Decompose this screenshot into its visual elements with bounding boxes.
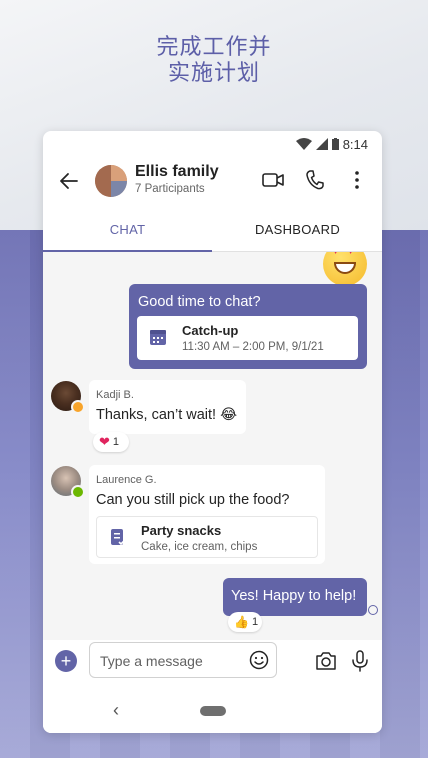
message-text: Thanks, can’t wait! 😂 — [96, 407, 238, 423]
video-camera-icon — [262, 173, 284, 187]
card-title: Party snacks — [141, 523, 222, 538]
more-vertical-icon — [355, 171, 359, 189]
like-reaction[interactable]: 👍 1 — [228, 612, 262, 632]
card-subtitle: Cake, ice cream, chips — [141, 541, 258, 553]
promo-line-1: 完成工作并 — [156, 35, 272, 60]
camera-icon[interactable] — [315, 651, 337, 671]
presence-available-badge — [71, 485, 85, 499]
heart-reaction[interactable]: ❤ 1 — [93, 432, 129, 452]
signal-icon — [315, 138, 328, 150]
chat-title[interactable]: Ellis family — [135, 163, 219, 181]
promo-line-2: 实施计划 — [167, 61, 260, 86]
calendar-icon — [150, 330, 166, 345]
sender-name: Laurence G. — [96, 474, 157, 486]
message-input[interactable] — [98, 649, 242, 673]
read-receipt-icon — [368, 605, 378, 615]
back-arrow-icon[interactable] — [57, 169, 81, 193]
checklist-icon — [111, 529, 127, 546]
outgoing-message[interactable]: Yes! Happy to help! — [223, 578, 367, 616]
outgoing-message[interactable]: Good time to chat? Catch-up 11:30 AM – 2… — [129, 284, 367, 369]
group-avatar[interactable] — [95, 165, 127, 197]
reaction-count: 1 — [112, 436, 120, 448]
incoming-message[interactable]: Kadji B. Thanks, can’t wait! 😂 — [89, 380, 246, 434]
message-composer: + — [43, 640, 382, 690]
tab-dashboard[interactable]: DASHBOARD — [213, 215, 382, 251]
nav-back-icon[interactable]: ‹ — [113, 701, 127, 719]
tab-bar: CHAT DASHBOARD — [43, 215, 382, 252]
promo-headline: 完成工作并 实施计划 — [0, 35, 428, 87]
meeting-card[interactable]: Catch-up 11:30 AM – 2:00 PM, 9/1/21 — [137, 316, 358, 360]
incoming-message[interactable]: Laurence G. Can you still pick up the fo… — [89, 465, 325, 564]
message-text: Can you still pick up the food? — [96, 492, 290, 508]
nav-home-pill[interactable] — [200, 706, 226, 716]
app-bar: Ellis family 7 Participants — [43, 155, 382, 207]
status-time: 8:14 — [342, 136, 368, 152]
system-nav-bar: ‹ — [43, 690, 382, 733]
header-actions — [262, 169, 368, 191]
card-subtitle: 11:30 AM – 2:00 PM, 9/1/21 — [182, 341, 324, 353]
message-text: Good time to chat? — [138, 294, 261, 310]
thumbs-up-icon: 👍 — [234, 615, 249, 629]
microphone-icon[interactable] — [351, 650, 369, 672]
presence-away-badge — [71, 400, 85, 414]
heart-eyes-emoji: ♥ ♥ — [323, 252, 367, 286]
reaction-count: 1 — [251, 616, 259, 628]
video-call-button[interactable] — [262, 169, 284, 191]
sender-name: Kadji B. — [96, 389, 134, 401]
card-title: Catch-up — [182, 323, 239, 338]
wifi-icon — [295, 138, 312, 150]
add-attachment-button[interactable]: + — [55, 650, 77, 672]
phone-icon — [306, 170, 324, 190]
message-text: Yes! Happy to help! — [231, 588, 357, 604]
tab-chat[interactable]: CHAT — [43, 215, 212, 251]
status-bar: 8:14 — [295, 135, 368, 153]
message-input-box[interactable] — [89, 642, 277, 678]
heart-icon: ❤ — [99, 434, 110, 449]
phone-screen: 8:14 Ellis family 7 Participants CHAT DA… — [43, 131, 382, 733]
task-card[interactable]: Party snacks Cake, ice cream, chips — [96, 516, 318, 558]
more-options-button[interactable] — [346, 169, 368, 191]
emoji-icon[interactable] — [249, 650, 269, 670]
battery-icon — [331, 138, 339, 150]
audio-call-button[interactable] — [304, 169, 326, 191]
participants-count[interactable]: 7 Participants — [135, 183, 205, 195]
chat-area[interactable]: ♥ ♥ Good time to chat? Catch-up 11:30 AM… — [43, 252, 382, 640]
